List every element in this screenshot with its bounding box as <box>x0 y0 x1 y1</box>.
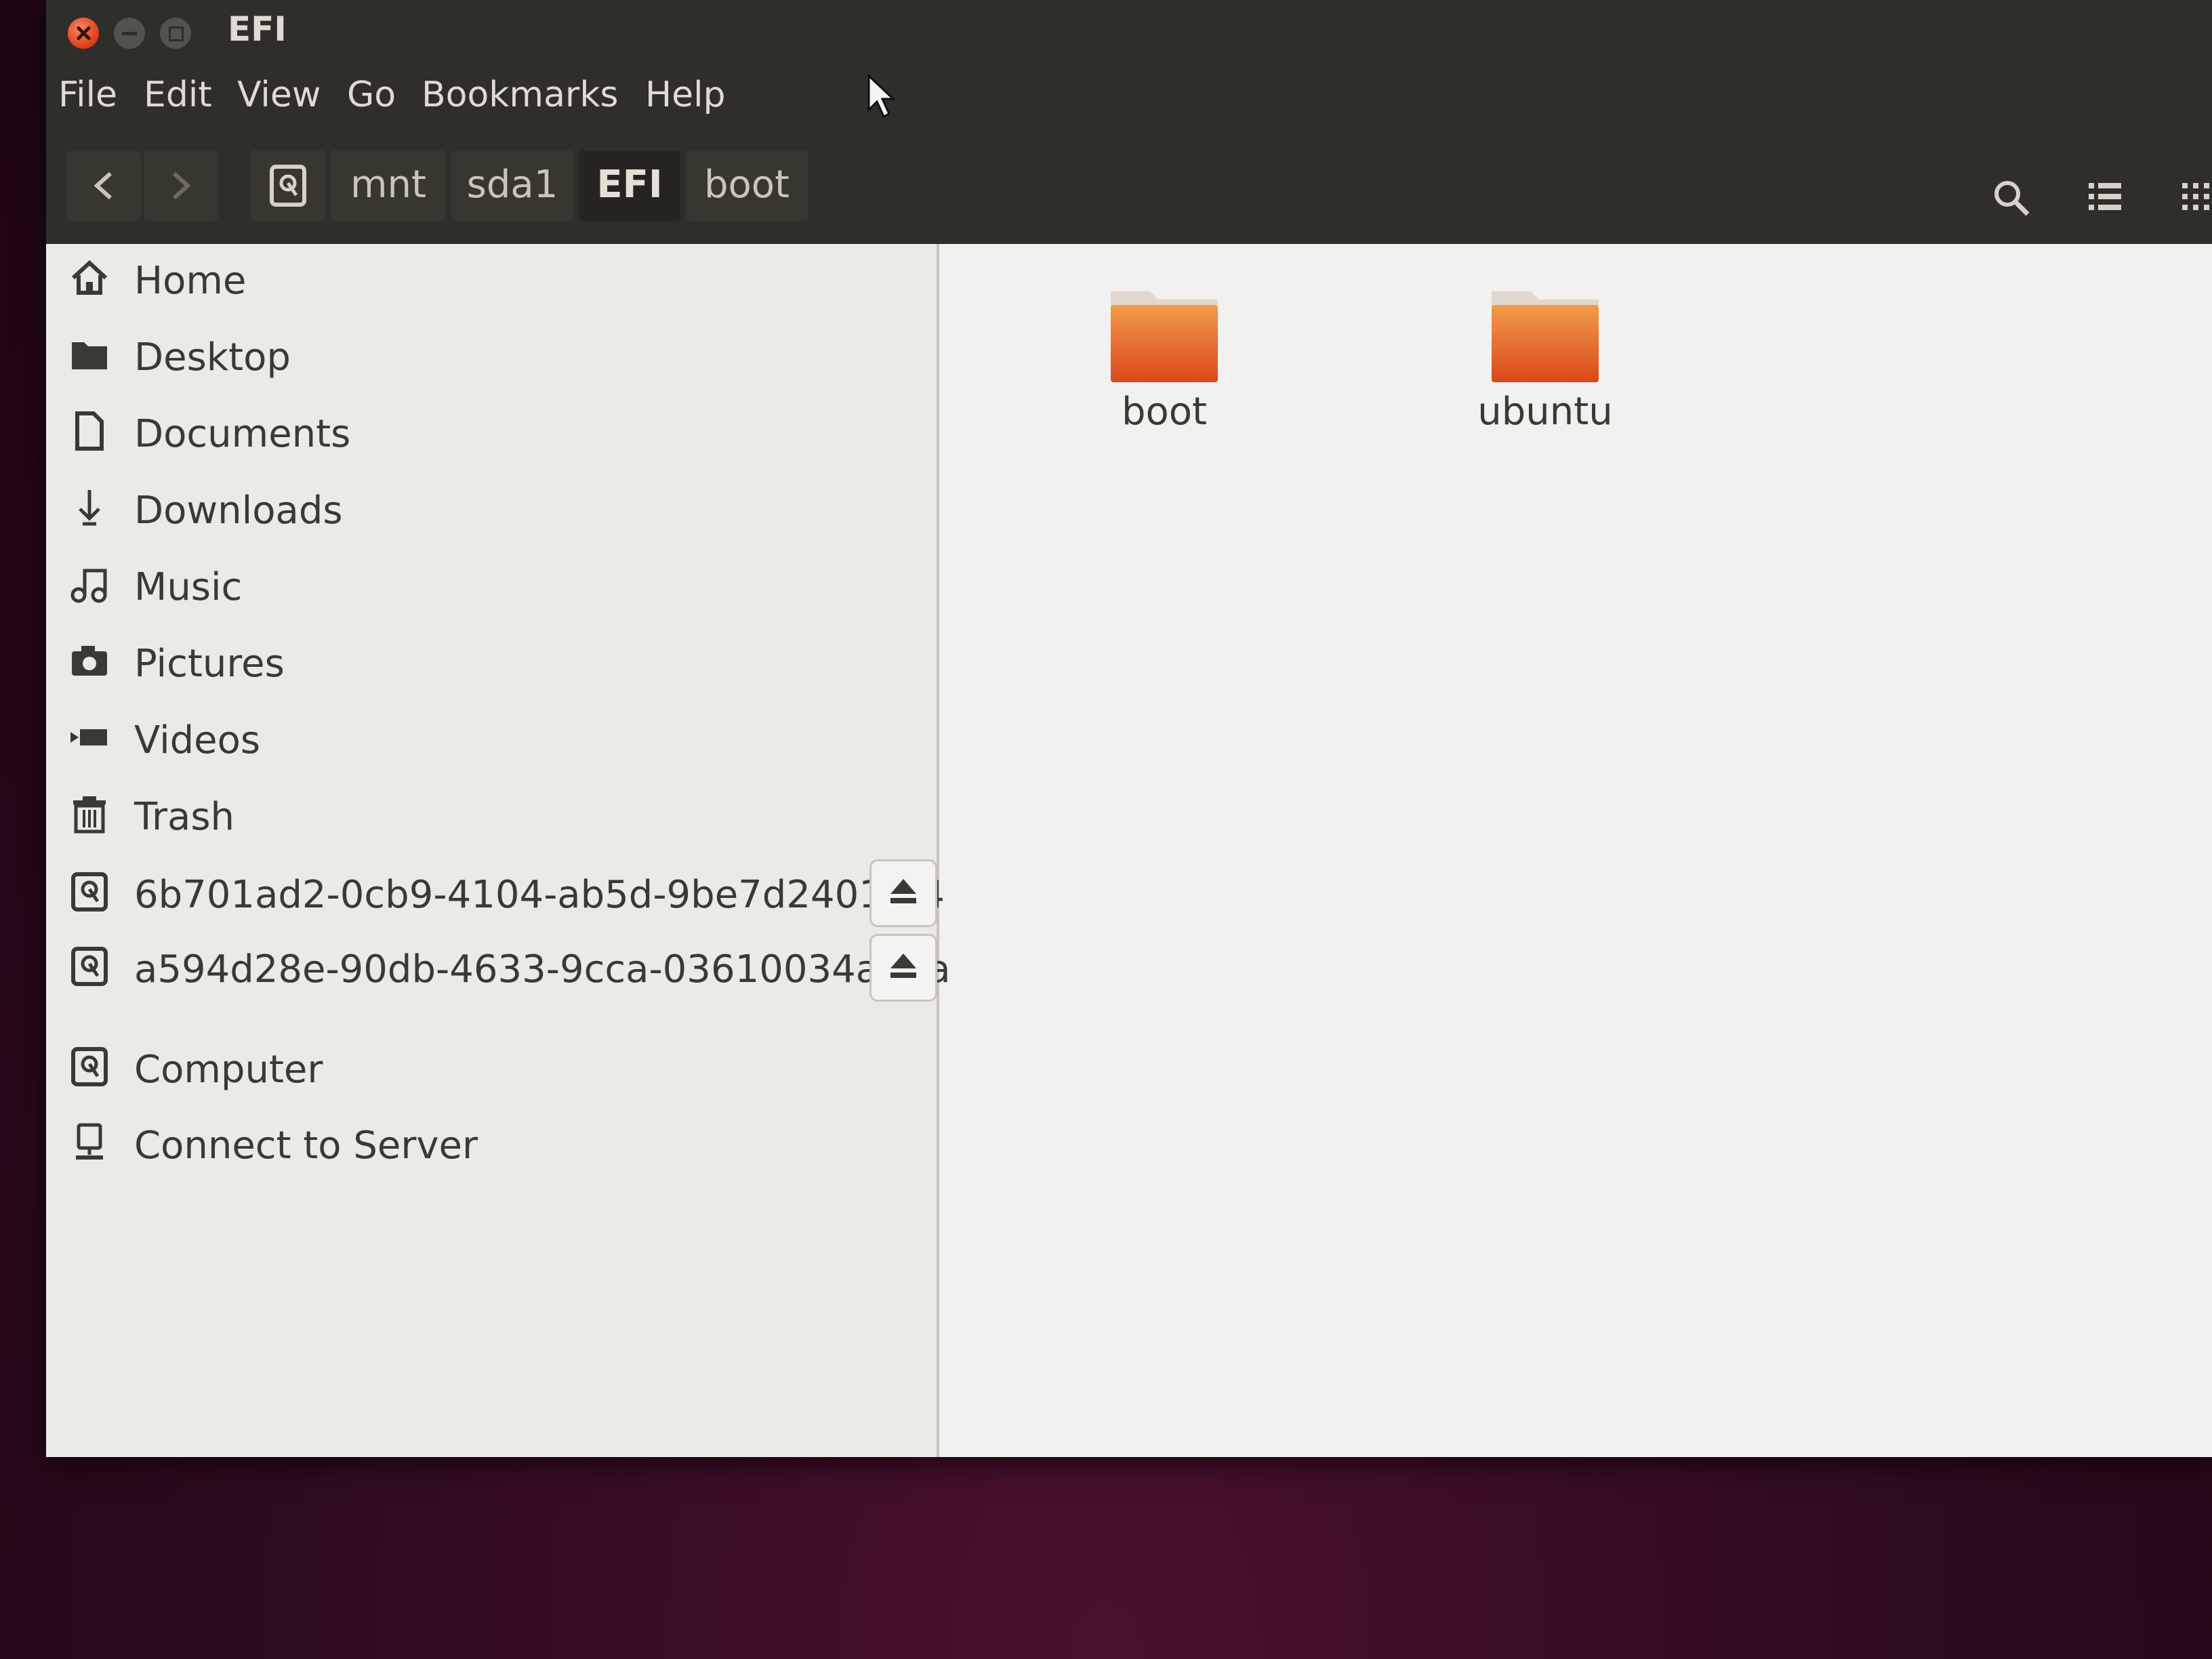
sidebar: Home Desktop Documents Downloads Music P… <box>46 244 951 1457</box>
file-name: boot <box>1121 390 1208 434</box>
drive-icon <box>71 872 108 912</box>
path-segment-label: sda1 <box>466 163 558 207</box>
sidebar-item-documents[interactable]: Documents <box>46 397 927 472</box>
menu-bookmarks[interactable]: Bookmarks <box>422 75 619 115</box>
download-arrow-icon <box>79 490 100 526</box>
folder-item-boot[interactable]: boot <box>1063 285 1266 441</box>
sidebar-item-label: 6b701ad2-0cb9-4104-ab5d-9be7d2401f74 <box>134 873 945 917</box>
sidebar-item-label: Desktop <box>134 335 291 380</box>
window-title: EFI <box>228 9 287 49</box>
sidebar-item-music[interactable]: Music <box>46 550 927 625</box>
sidebar-item-device[interactable]: a594d28e-90db-4633-9cca-03610034a61a <box>46 933 951 1007</box>
server-icon <box>76 1123 103 1160</box>
eject-icon <box>890 879 916 903</box>
sidebar-item-label: Videos <box>134 718 261 762</box>
menu-help[interactable]: Help <box>645 75 726 115</box>
sidebar-item-label: Connect to Server <box>134 1124 478 1168</box>
trash-icon <box>73 796 106 834</box>
sidebar-item-label: Computer <box>134 1048 323 1092</box>
sidebar-item-label: Pictures <box>134 642 285 686</box>
sidebar-item-downloads[interactable]: Downloads <box>46 474 927 548</box>
menu-bar: File Edit View Go Bookmarks Help <box>46 65 2212 133</box>
grid-view-icon[interactable] <box>2181 178 2212 216</box>
sidebar-item-label: Documents <box>134 412 351 456</box>
file-name: ubuntu <box>1477 390 1613 434</box>
content-area: Home Desktop Documents Downloads Music P… <box>46 244 2212 1457</box>
sidebar-item-home[interactable]: Home <box>46 244 927 319</box>
folder-item-ubuntu[interactable]: ubuntu <box>1443 285 1647 441</box>
search-icon[interactable] <box>1991 178 2032 218</box>
sidebar-item-computer[interactable]: Computer <box>46 1033 927 1107</box>
title-bar[interactable]: EFI <box>46 0 2212 65</box>
list-view-icon[interactable] <box>2086 178 2124 216</box>
sidebar-item-device[interactable]: 6b701ad2-0cb9-4104-ab5d-9be7d2401f74 <box>46 858 945 933</box>
menu-go[interactable]: Go <box>347 75 396 115</box>
sidebar-item-label: Downloads <box>134 489 343 533</box>
path-segment-label: mnt <box>350 163 426 207</box>
path-segment-sda1[interactable]: sda1 <box>451 150 573 221</box>
home-icon <box>71 260 108 295</box>
folder-icon <box>1111 291 1218 382</box>
eject-button[interactable] <box>869 934 937 1002</box>
drive-icon <box>71 1047 108 1086</box>
back-button[interactable] <box>66 150 141 221</box>
sidebar-item-trash[interactable]: Trash <box>46 780 927 855</box>
document-icon <box>75 411 104 451</box>
chevron-right-icon <box>172 171 191 200</box>
close-window-button[interactable] <box>68 18 99 49</box>
drive-icon <box>71 947 108 986</box>
desktop-folder-icon <box>72 342 107 369</box>
video-camera-icon <box>70 729 107 745</box>
music-note-icon <box>70 569 107 603</box>
path-root-drive[interactable] <box>251 150 325 221</box>
chevron-left-icon <box>94 171 112 200</box>
eject-icon <box>890 954 916 978</box>
sidebar-item-videos[interactable]: Videos <box>46 703 927 778</box>
toolbar: mnt sda1 EFI boot <box>46 133 2212 244</box>
sidebar-item-desktop[interactable]: Desktop <box>46 321 927 395</box>
path-segment-boot[interactable]: boot <box>686 150 808 221</box>
file-manager-window: EFI File Edit View Go Bookmarks Help mnt… <box>46 0 2212 1457</box>
folder-icon <box>1492 291 1599 382</box>
path-segment-label: boot <box>703 163 790 207</box>
camera-icon <box>72 646 107 676</box>
maximize-window-button[interactable] <box>160 18 191 49</box>
sidebar-item-label: Music <box>134 565 243 609</box>
sidebar-item-label: Trash <box>134 795 234 839</box>
sidebar-item-label: a594d28e-90db-4633-9cca-03610034a61a <box>134 947 951 991</box>
sidebar-item-pictures[interactable]: Pictures <box>46 627 927 701</box>
path-segment-mnt[interactable]: mnt <box>331 150 446 221</box>
sidebar-item-label: Home <box>134 259 247 303</box>
mouse-cursor-icon <box>867 73 896 119</box>
path-segment-label: EFI <box>596 163 663 207</box>
menu-view[interactable]: View <box>237 75 321 115</box>
minimize-window-button[interactable] <box>114 18 145 49</box>
sidebar-item-connect-to-server[interactable]: Connect to Server <box>46 1109 927 1183</box>
menu-file[interactable]: File <box>58 75 117 115</box>
eject-button[interactable] <box>869 859 937 927</box>
menu-edit[interactable]: Edit <box>144 75 212 115</box>
forward-button[interactable] <box>144 150 218 221</box>
path-segment-efi[interactable]: EFI <box>579 150 680 221</box>
drive-icon <box>270 165 306 207</box>
